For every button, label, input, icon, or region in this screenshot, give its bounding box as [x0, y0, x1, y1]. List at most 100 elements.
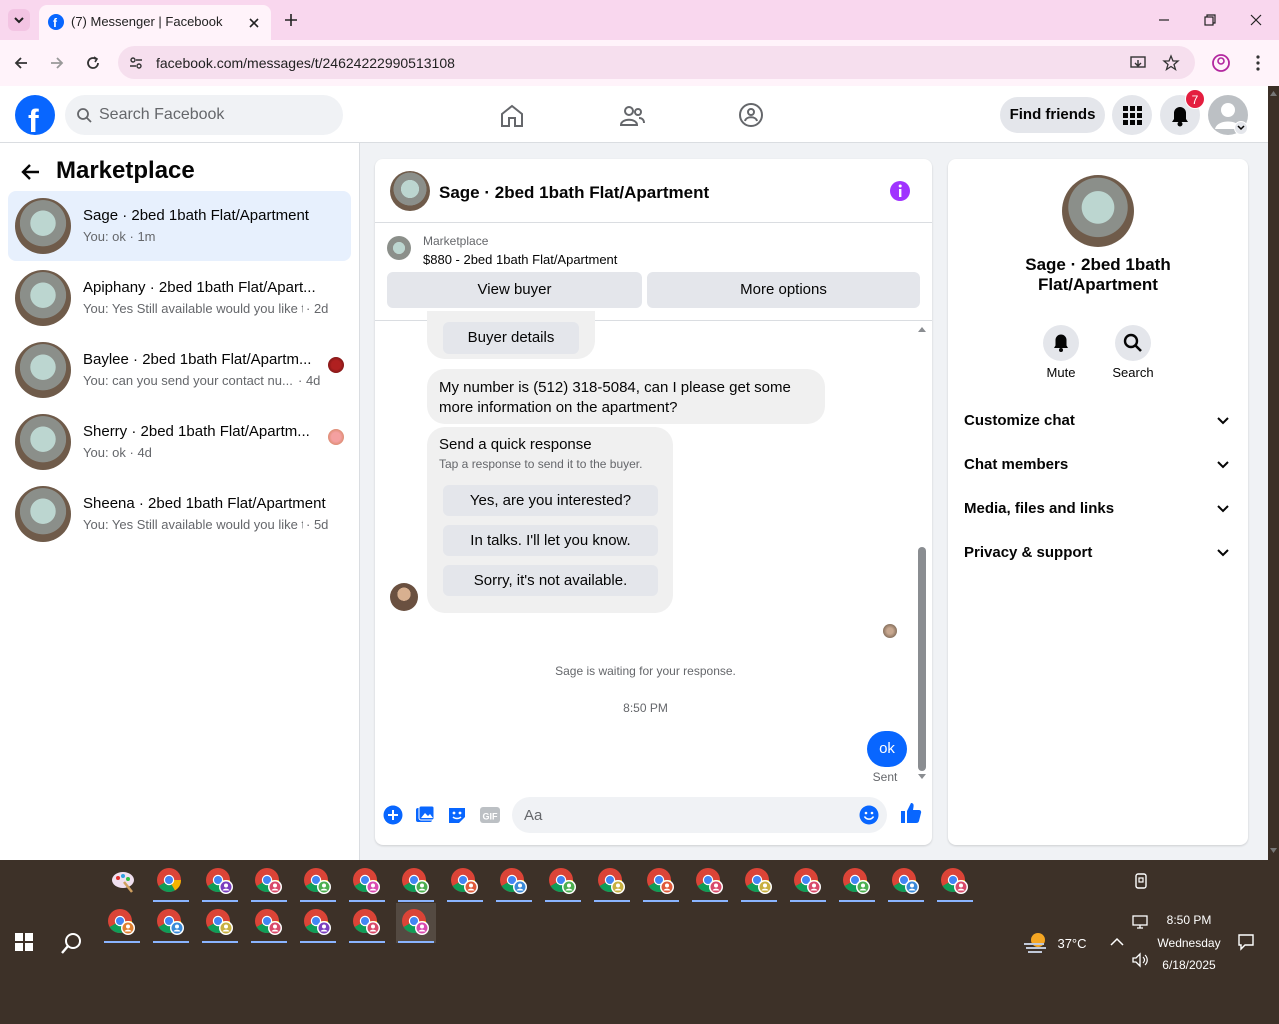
- reload-icon[interactable]: [84, 54, 102, 72]
- chat-scrollbar[interactable]: [918, 547, 926, 771]
- install-app-icon[interactable]: [1129, 54, 1147, 72]
- groups-icon[interactable]: [737, 101, 765, 129]
- close-window-icon[interactable]: [1248, 12, 1264, 28]
- clock-time[interactable]: 8:50 PM: [1158, 913, 1220, 927]
- browser-tab-active[interactable]: f (7) Messenger | Facebook: [39, 5, 271, 40]
- chrome-icon: [402, 868, 429, 894]
- chrome-taskbar-icon[interactable]: [788, 862, 828, 902]
- account-avatar[interactable]: [1208, 95, 1248, 135]
- search-icon[interactable]: [60, 931, 84, 955]
- buyer-avatar[interactable]: [390, 583, 418, 611]
- chrome-taskbar-icon[interactable]: [494, 862, 534, 902]
- more-options-button[interactable]: More options: [647, 272, 920, 308]
- view-buyer-button[interactable]: View buyer: [387, 272, 642, 308]
- conversation-item[interactable]: Sage · 2bed 1bath Flat/Apartment You: ok…: [8, 191, 351, 261]
- restore-icon[interactable]: [1202, 12, 1218, 28]
- chrome-taskbar-icon[interactable]: [396, 862, 436, 902]
- account-chevron[interactable]: [1234, 121, 1248, 135]
- scroll-up-icon[interactable]: [917, 325, 927, 333]
- back-arrow-icon[interactable]: [12, 54, 30, 72]
- sticker-icon[interactable]: [447, 805, 467, 825]
- paint-app-icon[interactable]: [110, 868, 136, 894]
- emoji-icon[interactable]: [859, 805, 879, 825]
- facebook-logo-icon[interactable]: f: [14, 94, 56, 136]
- conversation-item[interactable]: Baylee · 2bed 1bath Flat/Apartm... You: …: [8, 335, 351, 405]
- menu-button[interactable]: [1112, 95, 1152, 135]
- chat-title[interactable]: Sage · 2bed 1bath Flat/Apartment: [439, 183, 709, 203]
- thumbs-up-icon[interactable]: [899, 801, 923, 825]
- forward-arrow-icon[interactable]: [48, 54, 66, 72]
- chrome-taskbar-icon[interactable]: [151, 862, 191, 902]
- browser-menu-icon[interactable]: [1248, 53, 1268, 73]
- windows-start-icon[interactable]: [14, 932, 34, 952]
- listing-title[interactable]: $880 - 2bed 1bath Flat/Apartment: [423, 252, 617, 267]
- chrome-taskbar-icon[interactable]: [837, 862, 877, 902]
- volume-icon[interactable]: [1131, 952, 1149, 968]
- buyer-details-button[interactable]: Buyer details: [443, 322, 579, 354]
- bookmark-star-icon[interactable]: [1162, 54, 1180, 72]
- quick-response-yes[interactable]: Yes, are you interested?: [443, 485, 658, 516]
- quick-response-not-available[interactable]: Sorry, it's not available.: [443, 565, 658, 596]
- chrome-taskbar-icon[interactable]: [886, 862, 926, 902]
- facebook-search-input[interactable]: Search Facebook: [65, 95, 343, 135]
- chrome-taskbar-icon[interactable]: [935, 862, 975, 902]
- running-app-indicator: [447, 900, 483, 902]
- profile-icon[interactable]: [1211, 53, 1231, 73]
- chrome-taskbar-icon[interactable]: [543, 862, 583, 902]
- mute-button[interactable]: [1043, 325, 1079, 361]
- chrome-taskbar-icon[interactable]: [396, 903, 436, 943]
- message-input[interactable]: Aa: [512, 797, 887, 833]
- page-scroll-up-icon[interactable]: [1268, 88, 1279, 98]
- temperature[interactable]: 37°C: [1052, 936, 1092, 951]
- plus-circle-icon[interactable]: [383, 805, 403, 825]
- gif-icon[interactable]: GIF: [479, 805, 501, 825]
- chrome-taskbar-icon[interactable]: [592, 862, 632, 902]
- chat-avatar[interactable]: [390, 171, 430, 211]
- quick-response-in-talks[interactable]: In talks. I'll let you know.: [443, 525, 658, 556]
- scroll-down-icon[interactable]: [917, 773, 927, 781]
- media-files-links-row[interactable]: Media, files and links: [964, 489, 1234, 529]
- minimize-icon[interactable]: [1156, 12, 1172, 28]
- notification-center-icon[interactable]: [1237, 933, 1255, 951]
- home-icon[interactable]: [498, 102, 526, 130]
- new-tab-icon[interactable]: [283, 12, 299, 28]
- contact-avatar[interactable]: [1062, 175, 1134, 247]
- customize-chat-row[interactable]: Customize chat: [964, 401, 1234, 441]
- weather-icon[interactable]: [1022, 930, 1050, 954]
- close-tab-icon[interactable]: [247, 16, 261, 30]
- tab-search-button[interactable]: [8, 9, 30, 31]
- conversation-item[interactable]: Sheena · 2bed 1bath Flat/Apartment You: …: [8, 479, 351, 549]
- chrome-taskbar-icon[interactable]: [739, 862, 779, 902]
- chrome-taskbar-icon[interactable]: [690, 862, 730, 902]
- chrome-taskbar-icon[interactable]: [641, 862, 681, 902]
- find-friends-button[interactable]: Find friends: [1000, 97, 1105, 133]
- chrome-taskbar-icon[interactable]: [249, 903, 289, 943]
- clock-date[interactable]: 6/18/2025: [1155, 958, 1223, 972]
- address-bar[interactable]: facebook.com/messages/t/2462422299051310…: [118, 46, 1195, 79]
- page-scroll-down-icon[interactable]: [1268, 846, 1279, 856]
- info-icon[interactable]: [889, 180, 911, 202]
- chrome-taskbar-icon[interactable]: [347, 903, 387, 943]
- chrome-taskbar-icon[interactable]: [102, 903, 142, 943]
- network-icon[interactable]: [1131, 914, 1149, 930]
- tablet-mode-icon[interactable]: [1133, 872, 1149, 890]
- chat-members-row[interactable]: Chat members: [964, 445, 1234, 485]
- conversation-item[interactable]: Sherry · 2bed 1bath Flat/Apartm... You: …: [8, 407, 351, 477]
- chrome-taskbar-icon[interactable]: [298, 862, 338, 902]
- chrome-taskbar-icon[interactable]: [445, 862, 485, 902]
- chrome-taskbar-icon[interactable]: [151, 903, 191, 943]
- chrome-taskbar-icon[interactable]: [249, 862, 289, 902]
- back-arrow-icon[interactable]: [20, 161, 42, 183]
- site-info-icon[interactable]: [128, 55, 144, 71]
- image-icon[interactable]: [415, 805, 435, 825]
- chrome-taskbar-icon[interactable]: [347, 862, 387, 902]
- chrome-taskbar-icon[interactable]: [200, 862, 240, 902]
- show-hidden-icons-icon[interactable]: [1109, 936, 1125, 948]
- clock-day[interactable]: Wednesday: [1153, 936, 1225, 950]
- privacy-support-row[interactable]: Privacy & support: [964, 533, 1234, 573]
- search-in-chat-button[interactable]: [1115, 325, 1151, 361]
- chrome-taskbar-icon[interactable]: [298, 903, 338, 943]
- chrome-taskbar-icon[interactable]: [200, 903, 240, 943]
- friends-icon[interactable]: [618, 102, 646, 130]
- conversation-item[interactable]: Apiphany · 2bed 1bath Flat/Apart... You:…: [8, 263, 351, 333]
